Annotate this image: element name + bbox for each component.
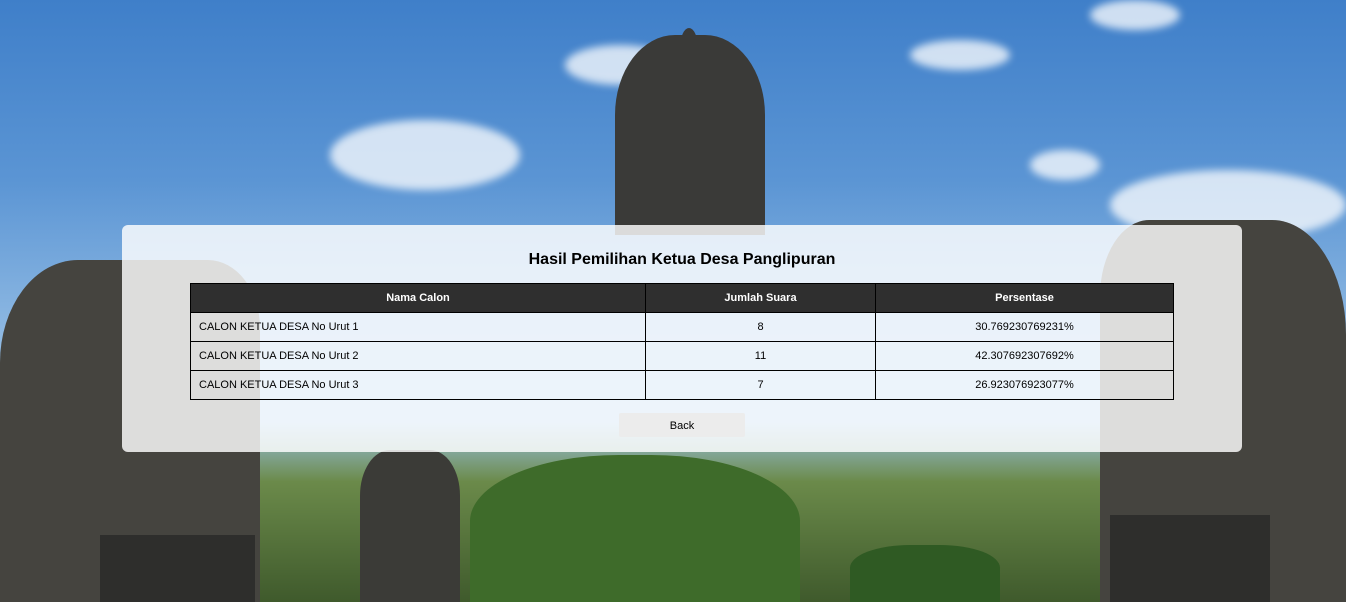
vote-percentage: 42.307692307692% — [875, 341, 1174, 371]
results-table: Nama Calon Jumlah Suara Persentase CALON… — [190, 283, 1174, 400]
cloud — [910, 40, 1010, 70]
candidate-name: CALON KETUA DESA No Urut 3 — [190, 370, 646, 400]
column-header-persen: Persentase — [875, 283, 1174, 313]
table-row: CALON KETUA DESA No Urut 1 8 30.76923076… — [190, 312, 1174, 342]
trees — [470, 455, 800, 602]
cloud — [1090, 0, 1180, 30]
column-header-suara: Jumlah Suara — [645, 283, 876, 313]
column-header-nama: Nama Calon — [190, 283, 646, 313]
table-header-row: Nama Calon Jumlah Suara Persentase — [190, 283, 1174, 313]
cloud — [330, 120, 520, 190]
middle-statue — [360, 450, 460, 602]
vote-count: 8 — [645, 312, 876, 342]
candidate-name: CALON KETUA DESA No Urut 1 — [190, 312, 646, 342]
trees-right — [850, 545, 1000, 602]
left-pillar-base — [100, 535, 255, 602]
right-pillar-base — [1110, 515, 1270, 602]
table-row: CALON KETUA DESA No Urut 2 11 42.3076923… — [190, 341, 1174, 371]
results-panel: Hasil Pemilihan Ketua Desa Panglipuran N… — [122, 225, 1242, 452]
vote-percentage: 26.923076923077% — [875, 370, 1174, 400]
vote-percentage: 30.769230769231% — [875, 312, 1174, 342]
vote-count: 11 — [645, 341, 876, 371]
table-row: CALON KETUA DESA No Urut 3 7 26.92307692… — [190, 370, 1174, 400]
candidate-name: CALON KETUA DESA No Urut 2 — [190, 341, 646, 371]
back-button[interactable]: Back — [619, 413, 745, 437]
page-title: Hasil Pemilihan Ketua Desa Panglipuran — [528, 251, 836, 268]
temple-spire — [680, 28, 698, 68]
vote-count: 7 — [645, 370, 876, 400]
cloud — [1030, 150, 1100, 180]
